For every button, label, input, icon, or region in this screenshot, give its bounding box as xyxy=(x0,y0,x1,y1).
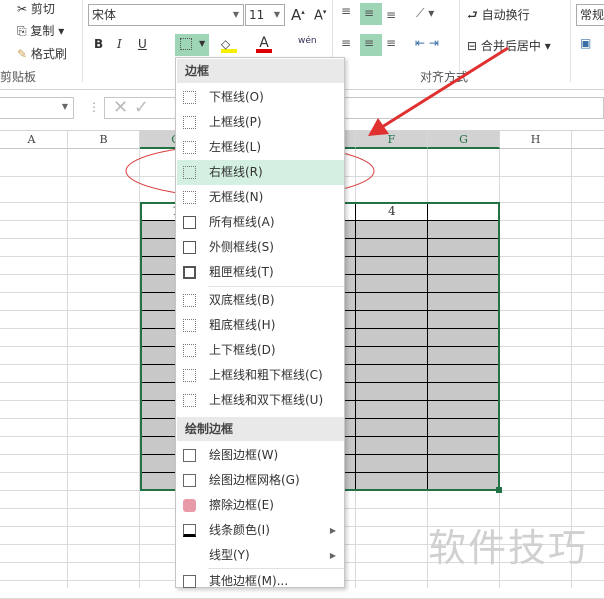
top-thick-bottom-border-icon xyxy=(183,369,196,382)
menu-item-all-borders[interactable]: 所有框线(A) xyxy=(177,210,344,235)
all-borders-icon xyxy=(183,216,196,229)
menu-item-draw-border[interactable]: 绘图边框(W) xyxy=(177,443,344,468)
menu-item-label: 右框线(R) xyxy=(209,165,263,179)
line-color-icon xyxy=(183,524,196,537)
bottom-double-border-icon xyxy=(183,294,196,307)
menu-item-right-border[interactable]: 右框线(R) xyxy=(177,160,344,185)
menu-item-label: 其他边框(M)... xyxy=(209,574,289,588)
menu-item-more-borders[interactable]: 其他边框(M)... xyxy=(177,569,344,594)
draw-border-grid-icon xyxy=(183,474,196,487)
menu-item-draw-border-grid[interactable]: 绘图边框网格(G) xyxy=(177,468,344,493)
menu-item-label: 上框线和双下框线(U) xyxy=(209,393,324,407)
menu-item-erase-border[interactable]: 擦除边框(E) xyxy=(177,493,344,518)
erase-border-icon xyxy=(183,499,196,512)
menu-item-top-thick-bottom-border[interactable]: 上框线和粗下框线(C) xyxy=(177,363,344,388)
outside-borders-icon xyxy=(183,241,196,254)
bottom-border-icon xyxy=(183,91,196,104)
top-double-bottom-border-icon xyxy=(183,394,196,407)
menu-item-thick-bottom-border[interactable]: 粗底框线(H) xyxy=(177,313,344,338)
more-borders-icon xyxy=(183,575,196,588)
menu-item-top-border[interactable]: 上框线(P) xyxy=(177,110,344,135)
thick-box-border-icon xyxy=(183,266,196,279)
borders-dropdown-menu: 边框下框线(O) 上框线(P) 左框线(L) 右框线(R) 无框线(N) 所有框线(A) 外… xyxy=(175,57,345,588)
menu-item-label: 左框线(L) xyxy=(209,140,262,154)
thick-bottom-border-icon xyxy=(183,319,196,332)
menu-item-label: 双底框线(B) xyxy=(209,293,275,307)
top-bottom-border-icon xyxy=(183,344,196,357)
menu-header-draw-borders: 绘制边框 xyxy=(177,417,344,441)
menu-header-borders: 边框 xyxy=(177,59,344,83)
watermark: 软件技巧 xyxy=(428,526,589,570)
menu-item-label: 线型(Y) xyxy=(209,548,250,562)
menu-item-label: 绘图边框(W) xyxy=(209,448,279,462)
menu-item-label: 上下框线(D) xyxy=(209,343,276,357)
menu-item-top-bottom-border[interactable]: 上下框线(D) xyxy=(177,338,344,363)
menu-item-label: 外侧框线(S) xyxy=(209,240,274,254)
menu-item-bottom-border[interactable]: 下框线(O) xyxy=(177,85,344,110)
menu-item-line-style[interactable]: 线型(Y) ▶ xyxy=(177,543,344,568)
right-border-icon xyxy=(183,166,196,179)
menu-item-label: 所有框线(A) xyxy=(209,215,275,229)
menu-item-thick-box-border[interactable]: 粗匣框线(T) xyxy=(177,260,344,285)
left-border-icon xyxy=(183,141,196,154)
menu-item-label: 粗匣框线(T) xyxy=(209,265,274,279)
menu-item-label: 上框线(P) xyxy=(209,115,262,129)
menu-item-label: 粗底框线(H) xyxy=(209,318,276,332)
menu-item-outside-borders[interactable]: 外侧框线(S) xyxy=(177,235,344,260)
menu-item-line-color[interactable]: 线条颜色(I) ▶ xyxy=(177,518,344,543)
no-border-icon xyxy=(183,191,196,204)
menu-item-label: 绘图边框网格(G) xyxy=(209,473,300,487)
menu-item-bottom-double-border[interactable]: 双底框线(B) xyxy=(177,288,344,313)
menu-item-top-double-bottom-border[interactable]: 上框线和双下框线(U) xyxy=(177,388,344,413)
menu-separator xyxy=(208,286,344,287)
menu-item-label: 擦除边框(E) xyxy=(209,498,274,512)
submenu-arrow-icon: ▶ xyxy=(329,526,336,535)
submenu-arrow-icon: ▶ xyxy=(329,551,336,560)
menu-item-no-border[interactable]: 无框线(N) xyxy=(177,185,344,210)
menu-item-label: 下框线(O) xyxy=(209,90,264,104)
menu-item-label: 无框线(N) xyxy=(209,190,264,204)
line-style-icon xyxy=(183,549,196,562)
top-border-icon xyxy=(183,116,196,129)
menu-item-label: 线条颜色(I) xyxy=(209,523,270,537)
menu-item-left-border[interactable]: 左框线(L) xyxy=(177,135,344,160)
menu-item-label: 上框线和粗下框线(C) xyxy=(209,368,323,382)
draw-border-icon xyxy=(183,449,196,462)
